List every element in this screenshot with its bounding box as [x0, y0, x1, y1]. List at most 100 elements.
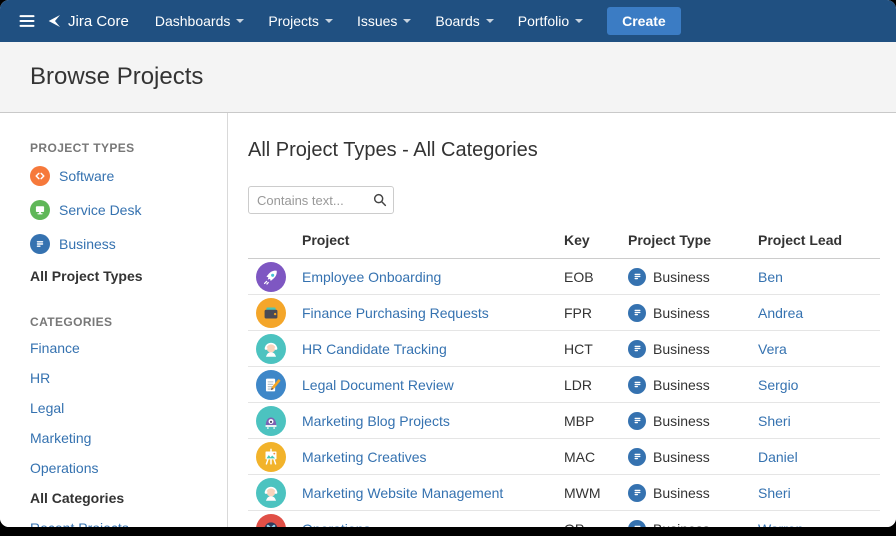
- project-link[interactable]: Marketing Blog Projects: [302, 413, 450, 429]
- project-lead-link[interactable]: Andrea: [758, 305, 803, 321]
- brand-link[interactable]: Jira Core: [46, 13, 129, 30]
- rocket-icon: [256, 262, 286, 292]
- table-row: Marketing Website Management MWM Busines…: [248, 475, 880, 511]
- project-link[interactable]: Operations: [302, 521, 370, 528]
- project-type-label: Business: [653, 341, 710, 357]
- create-button[interactable]: Create: [607, 7, 681, 35]
- project-key: MAC: [560, 439, 624, 475]
- project-link[interactable]: Marketing Website Management: [302, 485, 503, 501]
- project-link[interactable]: Finance Purchasing Requests: [302, 305, 489, 321]
- person-icon: [256, 334, 286, 364]
- sidebar-section-title: CATEGORIES: [30, 315, 217, 329]
- project-type-label: Business: [653, 521, 710, 528]
- service-desk-icon: [30, 200, 50, 220]
- nav-menu-item-projects[interactable]: Projects: [256, 0, 345, 42]
- type-column-header: Project Type: [624, 226, 754, 259]
- sidebar-item-all-categories: All Categories: [30, 483, 217, 513]
- sidebar-section: PROJECT TYPES Software Service Desk Busi…: [30, 141, 217, 291]
- project-key: MBP: [560, 403, 624, 439]
- sidebar-item-hr: HR: [30, 363, 217, 393]
- tools-icon: [256, 514, 286, 528]
- nav-menu-item-issues[interactable]: Issues: [345, 0, 423, 42]
- search-icon: [372, 192, 388, 208]
- business-type-icon: [628, 304, 646, 322]
- table-row: Employee Onboarding EOB Business Ben: [248, 259, 880, 295]
- table-row: HR Candidate Tracking HCT Business Vera: [248, 331, 880, 367]
- chevron-down-icon: [403, 19, 411, 23]
- software-icon: [30, 166, 50, 186]
- table-row: Operations OP Business Warren: [248, 511, 880, 528]
- project-key: FPR: [560, 295, 624, 331]
- project-link[interactable]: Employee Onboarding: [302, 269, 441, 285]
- top-navbar: Jira Core Dashboards Projects Issues Boa…: [0, 0, 896, 42]
- lead-column-header: Project Lead: [754, 226, 880, 259]
- project-type-label: Business: [653, 485, 710, 501]
- table-row: Marketing Creatives MAC Business Daniel: [248, 439, 880, 475]
- sidebar-item-recent-projects: Recent Projects: [30, 513, 217, 527]
- sidebar-item-operations: Operations: [30, 453, 217, 483]
- business-type-icon: [628, 340, 646, 358]
- project-lead-link[interactable]: Sheri: [758, 413, 791, 429]
- project-lead-link[interactable]: Vera: [758, 341, 787, 357]
- results-heading: All Project Types - All Categories: [248, 139, 880, 162]
- sidebar-item-legal: Legal: [30, 393, 217, 423]
- chevron-down-icon: [575, 19, 583, 23]
- page-header: Browse Projects: [0, 42, 896, 113]
- nav-menu-item-boards[interactable]: Boards: [423, 0, 505, 42]
- project-lead-link[interactable]: Sergio: [758, 377, 798, 393]
- sidebar-item-business: Business: [30, 227, 217, 261]
- project-key: HCT: [560, 331, 624, 367]
- business-type-icon: [628, 268, 646, 286]
- sidebar-item-all-project-types: All Project Types: [30, 261, 217, 291]
- project-type-label: Business: [653, 413, 710, 429]
- sidebar-item-finance: Finance: [30, 333, 217, 363]
- content-area: PROJECT TYPES Software Service Desk Busi…: [0, 113, 896, 527]
- table-row: Finance Purchasing Requests FPR Business…: [248, 295, 880, 331]
- project-lead-link[interactable]: Sheri: [758, 485, 791, 501]
- project-type-label: Business: [653, 305, 710, 321]
- project-key: LDR: [560, 367, 624, 403]
- avatar-column-header: [248, 226, 298, 259]
- sidebar-section-title: PROJECT TYPES: [30, 141, 217, 155]
- project-filter-search: [248, 186, 394, 214]
- project-link[interactable]: HR Candidate Tracking: [302, 341, 447, 357]
- table-row: Marketing Blog Projects MBP Business She…: [248, 403, 880, 439]
- main-menu: Dashboards Projects Issues Boards Portfo…: [143, 0, 595, 42]
- sidebar-item-software: Software: [30, 159, 217, 193]
- project-type-label: Business: [653, 377, 710, 393]
- project-type-label: Business: [653, 269, 710, 285]
- sidebar-item-service-desk: Service Desk: [30, 193, 217, 227]
- filters-sidebar: PROJECT TYPES Software Service Desk Busi…: [0, 113, 228, 527]
- project-link[interactable]: Legal Document Review: [302, 377, 454, 393]
- sidebar-item-marketing: Marketing: [30, 423, 217, 453]
- notepad-icon: [256, 370, 286, 400]
- app-window: Jira Core Dashboards Projects Issues Boa…: [0, 0, 896, 527]
- business-type-icon: [628, 376, 646, 394]
- nav-menu-item-portfolio[interactable]: Portfolio: [506, 0, 595, 42]
- brand-label: Jira Core: [68, 13, 129, 30]
- page-title: Browse Projects: [30, 63, 866, 91]
- chevron-down-icon: [325, 19, 333, 23]
- projects-main: All Project Types - All Categories Proje…: [228, 113, 896, 527]
- business-type-icon: [628, 520, 646, 528]
- project-link[interactable]: Marketing Creatives: [302, 449, 427, 465]
- project-lead-link[interactable]: Daniel: [758, 449, 798, 465]
- jira-logo-icon: [46, 13, 62, 29]
- project-column-header: Project: [298, 226, 560, 259]
- business-type-icon: [628, 448, 646, 466]
- easel-icon: [256, 442, 286, 472]
- chevron-down-icon: [236, 19, 244, 23]
- alien-icon: [256, 406, 286, 436]
- business-icon: [30, 234, 50, 254]
- key-column-header: Key: [560, 226, 624, 259]
- project-lead-link[interactable]: Ben: [758, 269, 783, 285]
- table-header-row: Project Key Project Type Project Lead: [248, 226, 880, 259]
- nav-menu-item-dashboards[interactable]: Dashboards: [143, 0, 257, 42]
- project-key: EOB: [560, 259, 624, 295]
- hamburger-menu-icon[interactable]: [14, 8, 40, 34]
- project-lead-link[interactable]: Warren: [758, 521, 803, 528]
- project-key: OP: [560, 511, 624, 528]
- business-type-icon: [628, 484, 646, 502]
- table-row: Legal Document Review LDR Business Sergi…: [248, 367, 880, 403]
- projects-table: Project Key Project Type Project Lead Em…: [248, 226, 880, 527]
